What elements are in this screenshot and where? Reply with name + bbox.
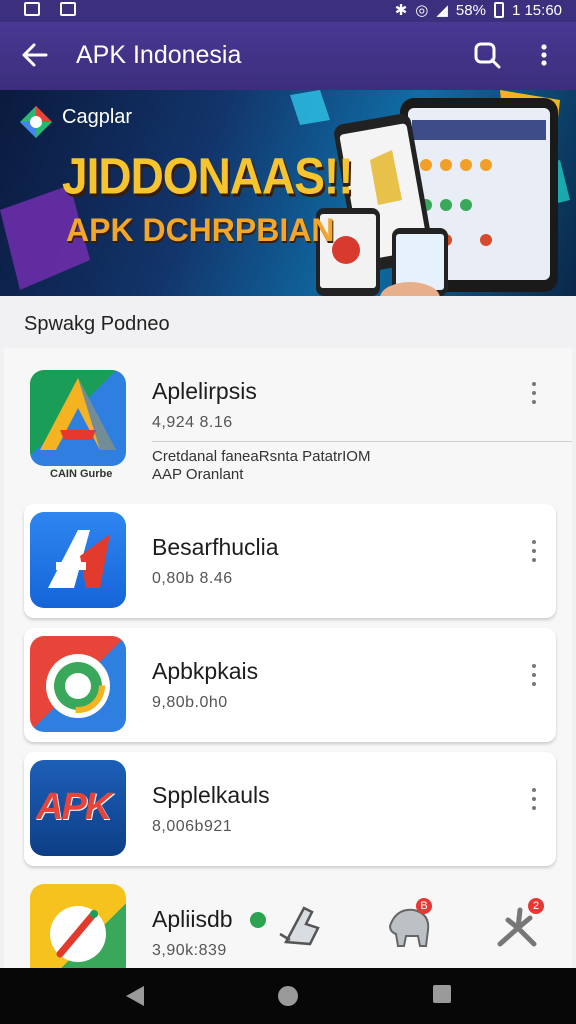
notification-badge: 2: [528, 898, 544, 914]
item-menu-icon[interactable]: [528, 788, 540, 816]
section-title: Spwakg Podneo: [24, 313, 170, 335]
app-name: Spplelkauls: [152, 782, 270, 808]
message-notification-icon: [60, 2, 76, 16]
blue-a-icon: [30, 512, 126, 608]
notification-badge: B: [416, 898, 432, 914]
list-item[interactable]: APK Spplelkauls 8,006b921: [24, 752, 556, 866]
item-menu-icon[interactable]: [528, 664, 540, 692]
app-size: 8,006b921: [152, 818, 233, 835]
ring-camera-icon: [30, 636, 126, 732]
nav-recents-icon[interactable]: [432, 984, 452, 1004]
app-bar: APK Indonesia: [0, 22, 576, 90]
description-line: AAP Oranlant: [152, 466, 244, 483]
wifi-signal-icon: ◢: [436, 2, 448, 19]
item-menu-icon[interactable]: [528, 382, 540, 410]
search-icon[interactable]: [472, 38, 504, 72]
promo-banner[interactable]: Cagplar JIDDONAAS!! APK DCHRPBIAN: [0, 90, 576, 296]
battery-percent: 58%: [455, 1, 486, 19]
apk-icon-label: APK: [36, 786, 112, 828]
app-size: 9,80b.0h0: [152, 694, 228, 711]
description-line: Cretdanal faneaRsnta PatatrIOM: [152, 448, 371, 465]
app-size: 4,924 8.16: [152, 414, 233, 431]
status-dot-icon: [250, 912, 266, 928]
banner-logo-icon: [20, 106, 52, 138]
nav-back-icon[interactable]: [124, 984, 146, 1008]
quick-actions: B 2: [268, 880, 576, 968]
app-size: 3,90k:839: [152, 942, 227, 959]
clock: 1 15:60: [511, 1, 562, 19]
divider: [152, 441, 572, 442]
nav-home-icon[interactable]: [276, 984, 300, 1008]
banner-headline: JIDDONAAS!!: [62, 147, 354, 205]
item-menu-icon[interactable]: [528, 540, 540, 568]
back-arrow-icon[interactable]: [20, 38, 50, 72]
compass-pen-icon: [30, 884, 126, 980]
alarm-icon: ◎: [415, 2, 429, 19]
app-name: Aplelirpsis: [152, 378, 257, 404]
app-name: Besarfhuclia: [152, 534, 279, 560]
app-name: Apbkpkais: [152, 658, 259, 684]
app-description: Cretdanal faneaRsnta PatatrIOM AAP Oranl…: [152, 448, 370, 484]
list-item[interactable]: Apliisdb 3,90k:839: [24, 876, 268, 980]
banner-subline: APK DCHRPBIAN: [66, 212, 335, 248]
banner-brand: Cagplar: [62, 106, 133, 128]
tri-color-a-icon: [30, 370, 126, 466]
hand-pointer-icon[interactable]: [272, 894, 328, 954]
page-title: APK Indonesia: [76, 41, 242, 69]
bluetooth-icon: ✱: [394, 2, 408, 19]
apk-text-icon: APK: [30, 760, 126, 856]
more-options-icon[interactable]: [530, 38, 558, 72]
list-item[interactable]: Besarfhuclia 0,80b 8.46: [24, 504, 556, 618]
icon-caption: CAIN Gurbe: [50, 468, 113, 480]
status-bar: ✱ ◎ ◢ 58% 1 15:60: [0, 0, 576, 22]
gallery-notification-icon: [24, 2, 40, 16]
list-item[interactable]: Apbkpkais 9,80b.0h0: [24, 628, 556, 742]
battery-icon: [493, 2, 504, 18]
system-nav-bar: [0, 968, 576, 1024]
app-size: 0,80b 8.46: [152, 570, 233, 587]
app-name: Apliisdb: [152, 906, 233, 932]
